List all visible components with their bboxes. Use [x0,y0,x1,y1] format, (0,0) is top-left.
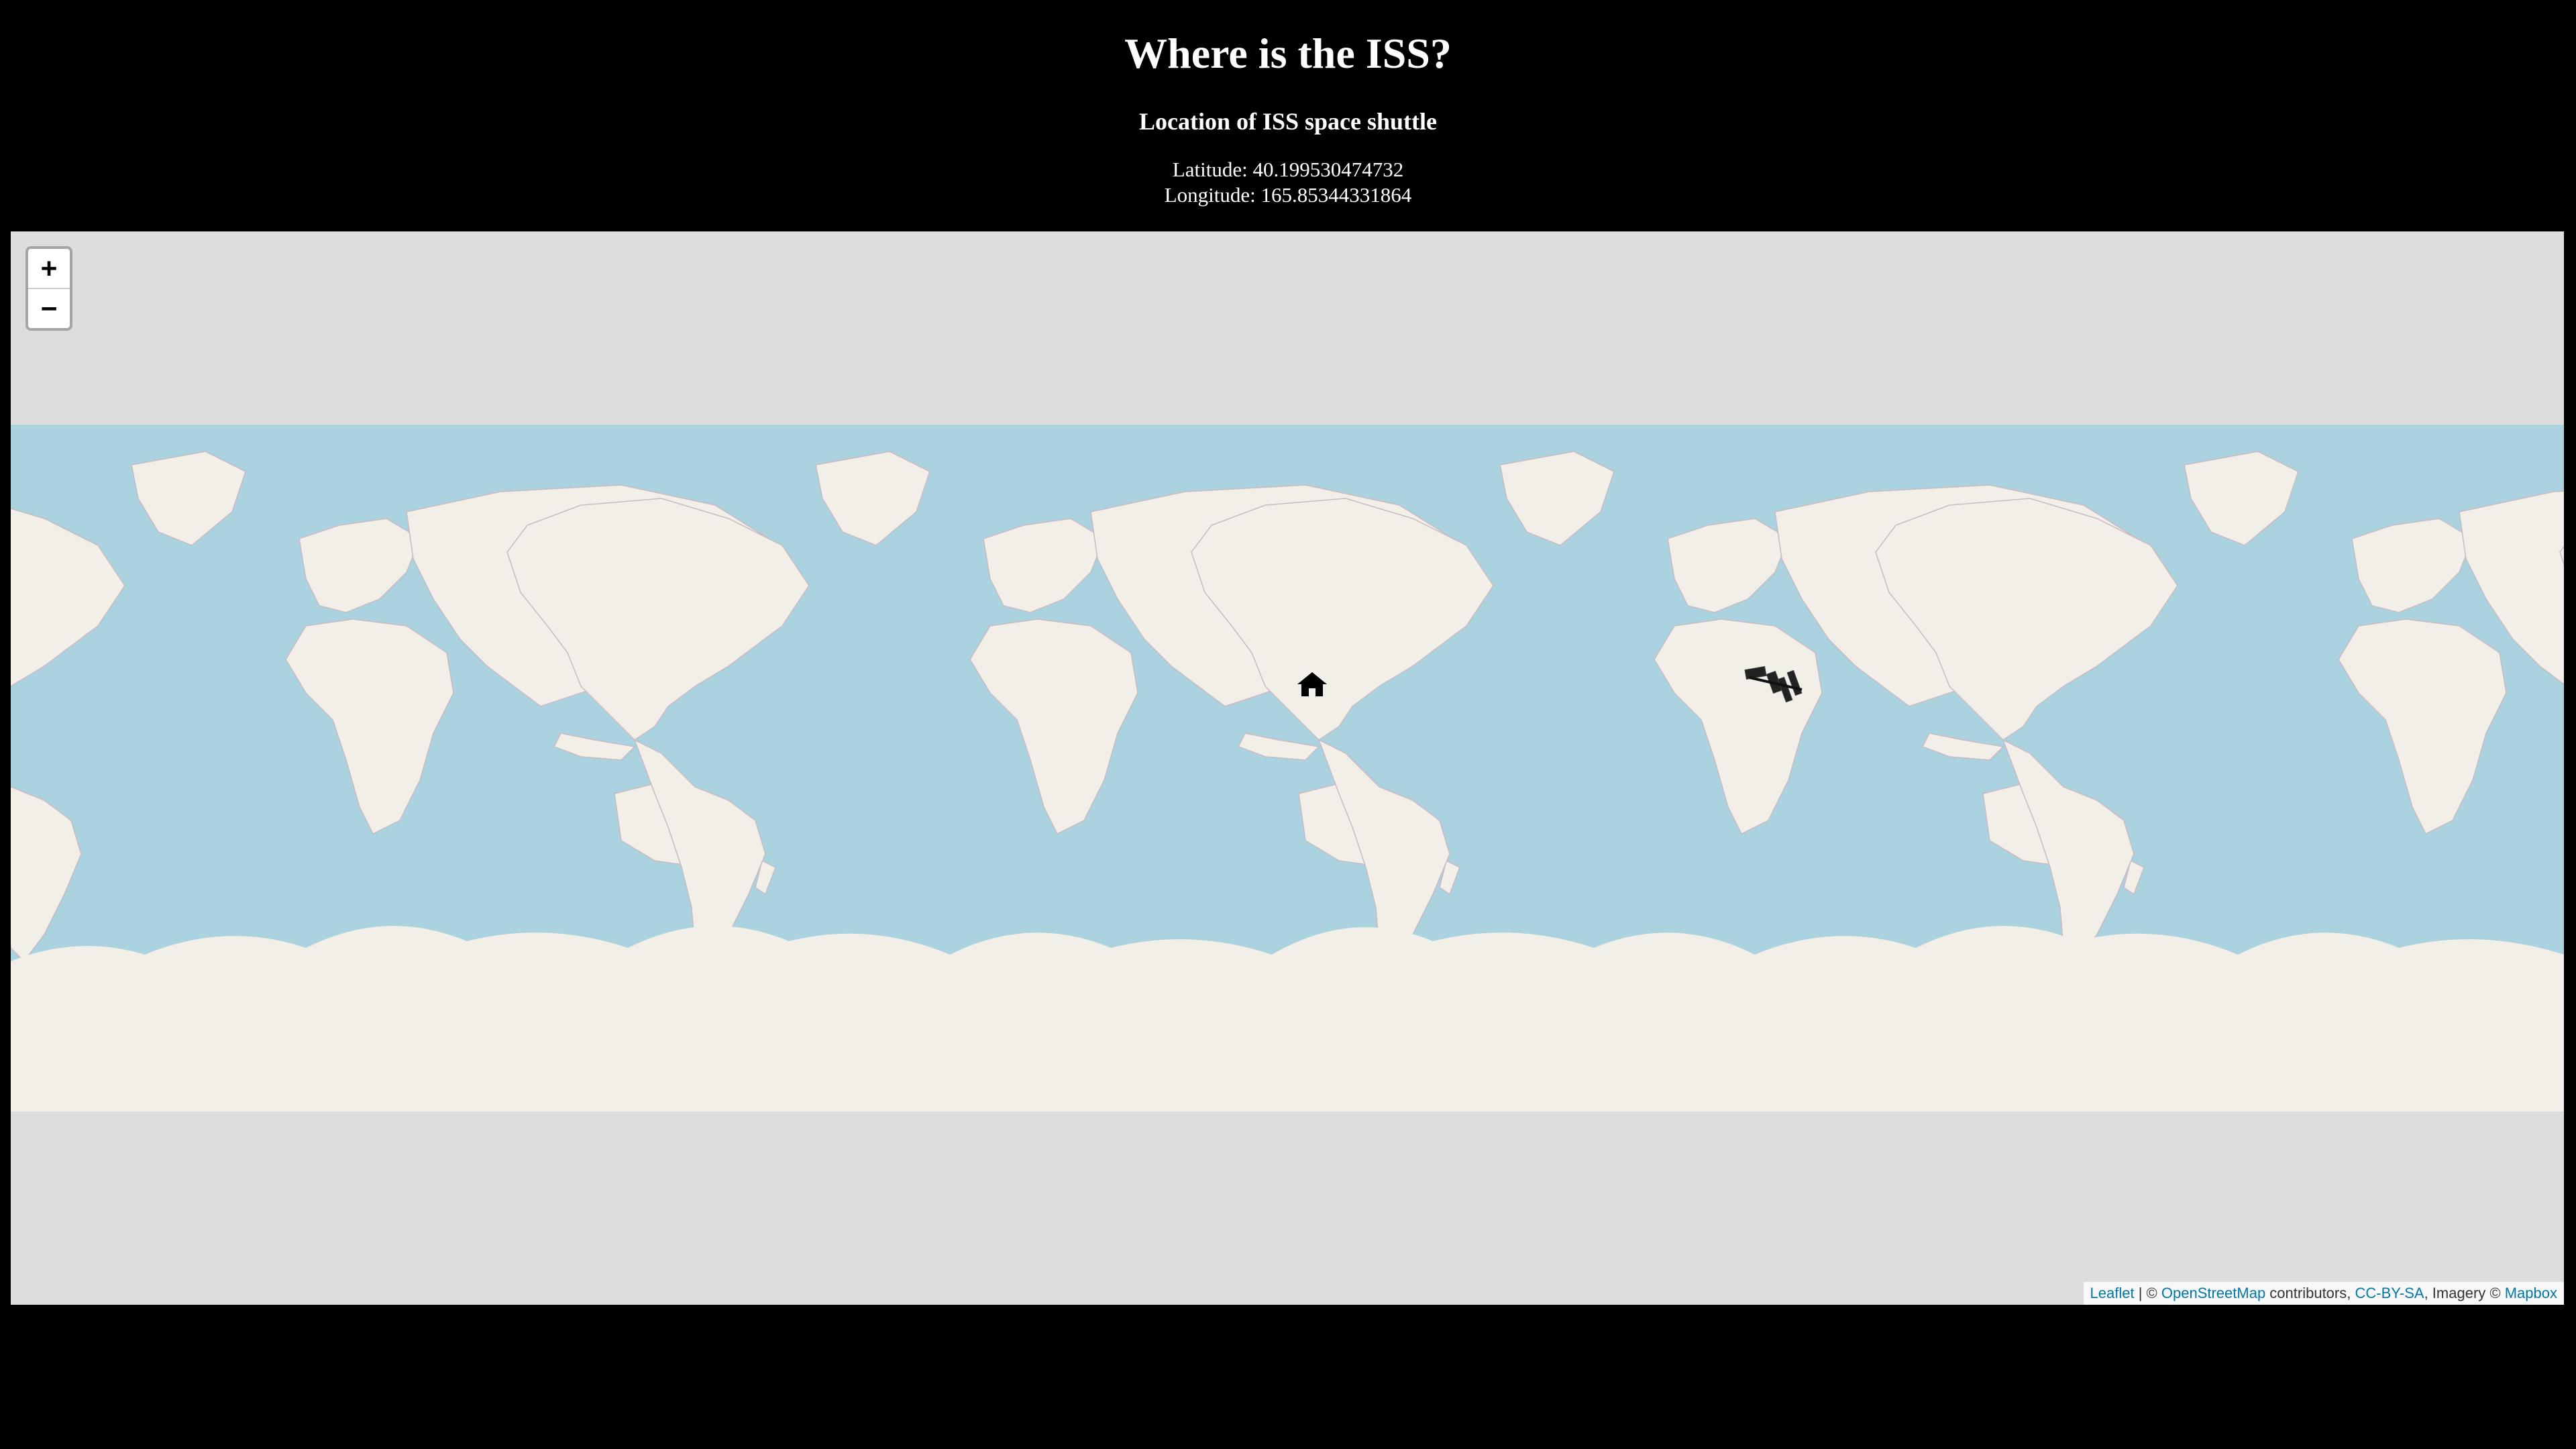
longitude-readout: Longitude: 165.85344331864 [1164,183,1412,207]
iss-icon[interactable] [1743,663,1807,706]
zoom-out-button[interactable]: − [28,288,70,328]
zoom-control: + − [25,246,72,331]
home-icon[interactable] [1296,671,1328,698]
latitude-readout: Latitude: 40.199530474732 [1172,158,1404,181]
attribution-contributors: contributors, [2265,1285,2355,1301]
osm-link[interactable]: OpenStreetMap [2161,1285,2265,1301]
zoom-in-button[interactable]: + [28,249,70,288]
antarctica [11,926,2564,1112]
leaflet-link[interactable]: Leaflet [2090,1285,2135,1301]
page-title: Where is the ISS? [1124,30,1452,77]
mapbox-link[interactable]: Mapbox [2505,1285,2557,1301]
license-link[interactable]: CC-BY-SA [2355,1285,2424,1301]
iss-coordinates: Latitude: 40.199530474732 Longitude: 165… [0,157,2576,208]
attribution-imagery: , Imagery © [2424,1285,2505,1301]
map-attribution: Leaflet | © OpenStreetMap contributors, … [2083,1282,2564,1305]
page-subtitle: Location of ISS space shuttle [1138,108,1438,135]
map-tiles [11,425,2564,1112]
world-map[interactable]: + − Leaflet | © OpenStreetMap contributo… [11,231,2564,1305]
attribution-separator: | © [2134,1285,2161,1301]
